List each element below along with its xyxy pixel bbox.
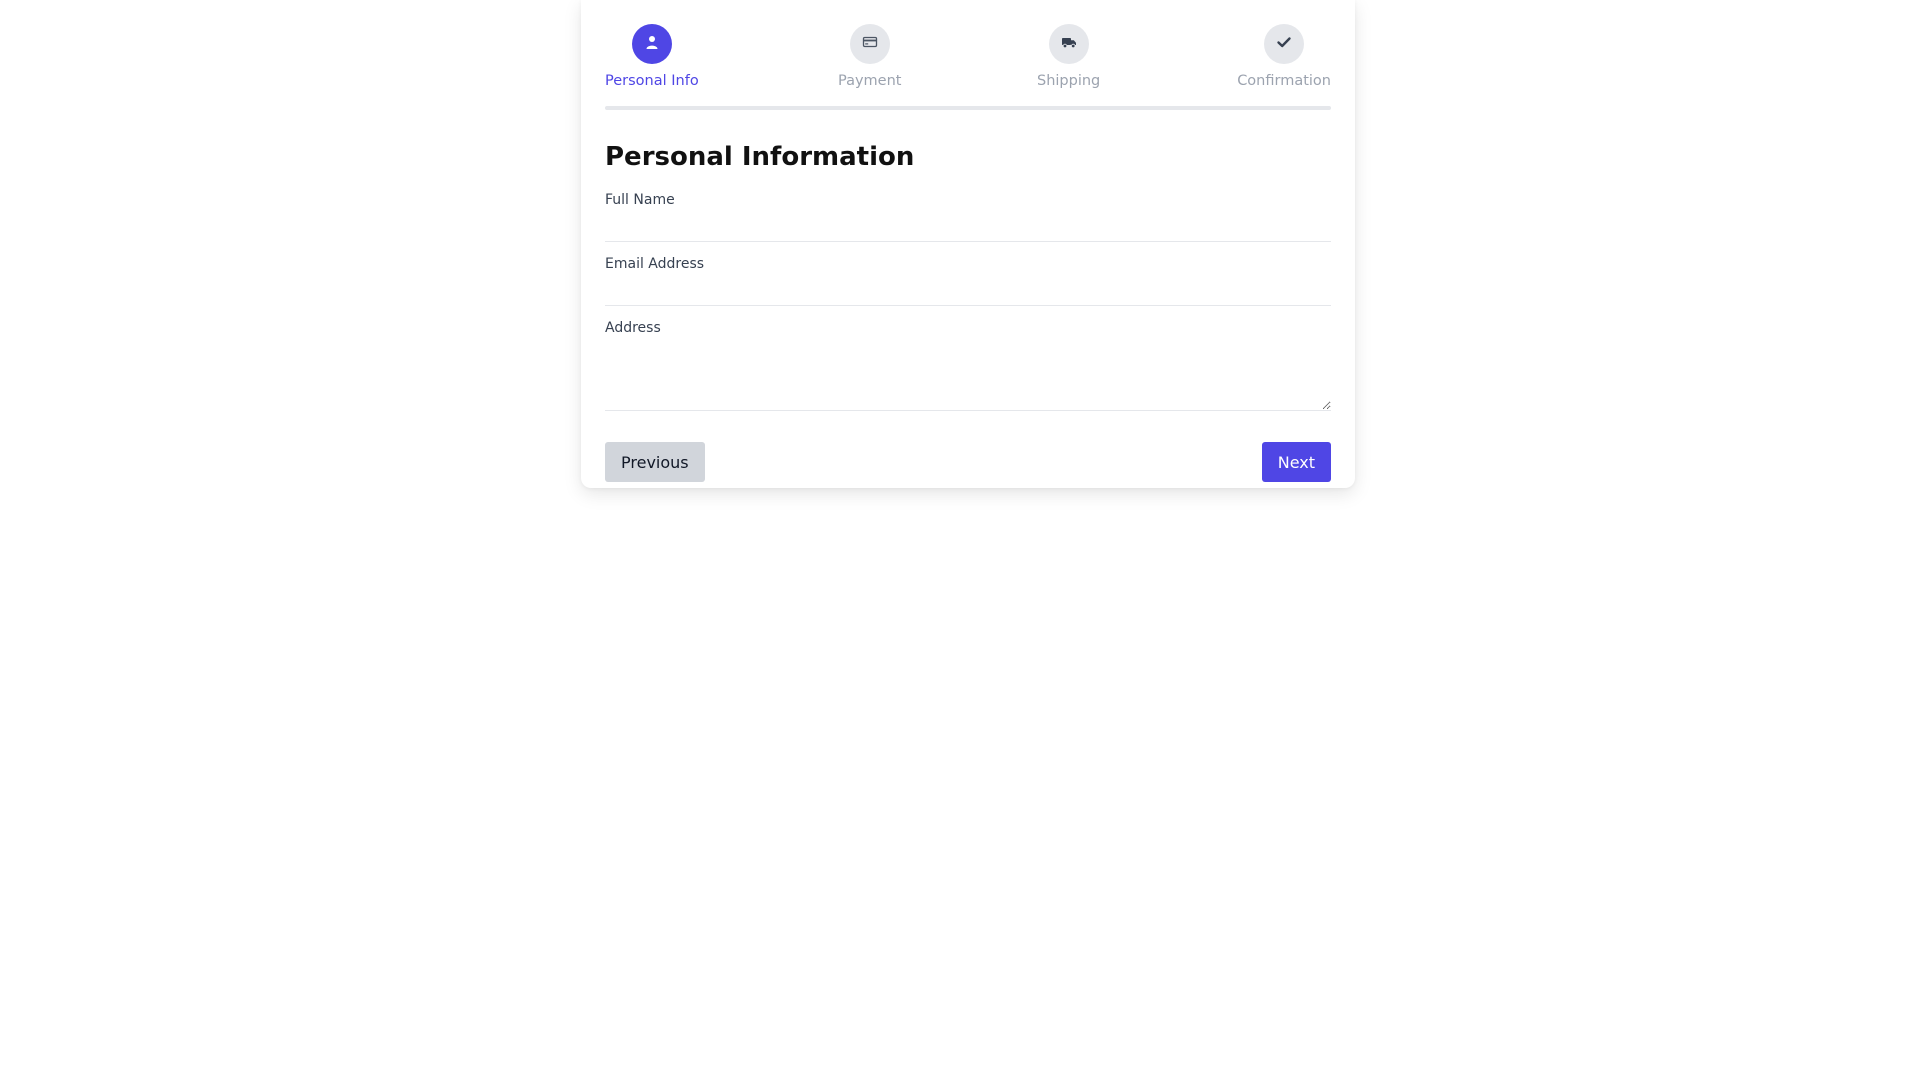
- user-icon: [644, 34, 660, 54]
- step-circle: [1264, 24, 1305, 64]
- step-shipping[interactable]: Shipping: [1037, 24, 1100, 89]
- step-label: Personal Info: [605, 73, 699, 89]
- step-circle: [631, 24, 672, 64]
- checkout-form-card: Personal Info Payment Shipping Confirmat…: [581, 0, 1355, 488]
- credit-card-icon: [862, 34, 878, 54]
- truck-icon: [1061, 34, 1077, 54]
- progress-bar: [605, 106, 1331, 110]
- full-name-group: Full Name: [605, 190, 1331, 242]
- stepper: Personal Info Payment Shipping Confirmat…: [605, 24, 1331, 116]
- step-confirmation[interactable]: Confirmation: [1237, 24, 1331, 89]
- step-payment[interactable]: Payment: [838, 24, 901, 89]
- email-label: Email Address: [605, 256, 705, 272]
- previous-button[interactable]: Previous: [605, 442, 705, 482]
- address-group: Address: [605, 318, 1331, 411]
- step-personal-info[interactable]: Personal Info: [605, 24, 699, 89]
- step-circle: [1048, 24, 1089, 64]
- full-name-label: Full Name: [605, 192, 675, 208]
- check-icon: [1276, 34, 1292, 54]
- email-group: Email Address: [605, 254, 1331, 306]
- step-label: Confirmation: [1237, 73, 1331, 89]
- full-name-input[interactable]: [605, 210, 1331, 242]
- address-label: Address: [605, 320, 661, 336]
- step-circle: [849, 24, 890, 64]
- address-textarea[interactable]: [605, 338, 1331, 411]
- form-navigation: Previous Next: [605, 442, 1331, 482]
- step-label: Shipping: [1037, 73, 1101, 89]
- step-label: Payment: [838, 73, 902, 89]
- email-input[interactable]: [605, 274, 1331, 306]
- next-button[interactable]: Next: [1261, 442, 1331, 482]
- page-title: Personal Information: [605, 142, 915, 172]
